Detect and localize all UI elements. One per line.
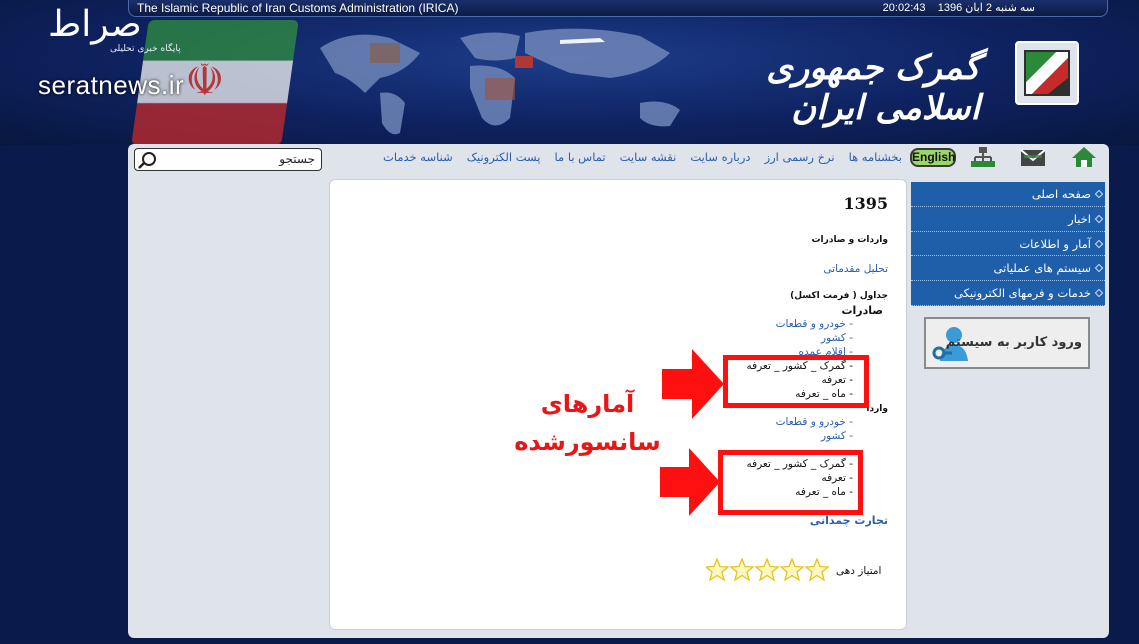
- exports-heading: صادرات: [841, 304, 883, 317]
- sidebar-item-news[interactable]: اخبار: [911, 207, 1105, 232]
- clock-time: 20:02:43: [882, 2, 926, 14]
- star-icon: [804, 558, 830, 582]
- sidebar-item-home[interactable]: صفحه اصلی: [911, 182, 1105, 207]
- exports-link-country[interactable]: - کشور: [700, 332, 853, 344]
- sidebar-item-statistics[interactable]: آمار و اطلاعات: [911, 232, 1105, 257]
- diamond-bullet-icon: [1094, 264, 1104, 273]
- top-info-bar: The Islamic Republic of Iran Customs Adm…: [128, 0, 1108, 17]
- nav-exchange-rate[interactable]: نرخ رسمی ارز: [765, 150, 835, 168]
- nav-circulars[interactable]: بخشنامه ها: [849, 150, 902, 168]
- imports-link-country[interactable]: - کشور: [700, 430, 853, 442]
- date-time: 20:02:43 سه شنبه 2 ابان 1396: [883, 1, 1035, 14]
- english-button[interactable]: English: [910, 148, 956, 167]
- diamond-bullet-icon: [1094, 189, 1104, 199]
- sidebar-menu: صفحه اصلی اخبار آمار و اطلاعات سیستم های…: [911, 182, 1105, 306]
- login-button[interactable]: ورود کاربر به سیستم: [924, 317, 1090, 369]
- page-title: 1395: [843, 194, 888, 213]
- nav-contact[interactable]: تماس با ما: [555, 150, 606, 168]
- censor-highlight-box: [718, 450, 863, 515]
- rating-label: امتیاز دهی: [836, 565, 882, 577]
- login-label: ورود کاربر به سیستم: [945, 335, 1082, 350]
- site-header: ☫ صراط پایگاه خبری تحلیلی seratnews.ir گ…: [0, 0, 1139, 145]
- preliminary-analysis-link[interactable]: تحلیل مقدماتی: [700, 263, 888, 275]
- censor-highlight-box: [723, 355, 869, 408]
- sidebar-item-label: صفحه اصلی: [1031, 187, 1091, 201]
- section-title: واردات و صادرات: [811, 235, 888, 245]
- current-date: سه شنبه 2 ابان 1396: [937, 2, 1035, 14]
- sidebar-item-label: اخبار: [1068, 211, 1091, 226]
- watermark-tagline: پایگاه خبری تحلیلی: [110, 44, 181, 54]
- diamond-bullet-icon: [1094, 288, 1104, 298]
- seratnews-watermark: صراط پایگاه خبری تحلیلی seratnews.ir: [38, 4, 198, 104]
- main-nav: بخشنامه ها نرخ رسمی ارز درباره سایت نقشه…: [340, 150, 902, 168]
- tables-heading: جداول ( فرمت اکسل): [790, 291, 888, 301]
- agency-title: The Islamic Republic of Iran Customs Adm…: [137, 1, 459, 15]
- search-input[interactable]: جستجو: [134, 148, 322, 171]
- site-title: گمرک جمهوری اسلامی ایران: [766, 48, 980, 128]
- diamond-bullet-icon: [1094, 239, 1104, 248]
- diamond-bullet-icon: [1094, 214, 1104, 224]
- world-map-image: [320, 28, 680, 135]
- search-label: جستجو: [279, 152, 315, 166]
- nav-service-id[interactable]: شناسه خدمات: [383, 150, 453, 168]
- suitcase-trade-link[interactable]: تجارت چمدانی: [700, 514, 888, 527]
- sidebar-item-e-services[interactable]: خدمات و فرمهای الکترونیکی: [911, 281, 1105, 306]
- star-icon: [754, 558, 780, 582]
- exports-link-auto[interactable]: - خودرو و قطعات: [700, 318, 853, 330]
- nav-sitemap[interactable]: نقشه سایت: [620, 150, 677, 168]
- watermark-site: seratnews.ir: [38, 70, 185, 100]
- sidebar-item-label: سیستم های عملیاتی: [993, 261, 1091, 276]
- star-icon: [779, 558, 805, 582]
- home-icon[interactable]: [1071, 145, 1097, 169]
- mail-icon[interactable]: [1020, 145, 1046, 169]
- customs-logo-icon: [1015, 41, 1079, 105]
- nav-email[interactable]: پست الکترونیک: [467, 150, 541, 168]
- star-icon: [729, 558, 755, 582]
- censored-stats-label: آمارهای سانسورشده: [500, 385, 675, 461]
- nav-about[interactable]: درباره سایت: [690, 150, 750, 168]
- sitemap-icon[interactable]: [970, 145, 996, 169]
- search-icon[interactable]: [138, 151, 158, 169]
- star-icon: [706, 558, 730, 582]
- sidebar-item-operational-systems[interactable]: سیستم های عملیاتی: [911, 256, 1105, 282]
- censored-label-line1: آمارهای: [540, 390, 635, 418]
- sidebar-item-label: آمار و اطلاعات: [1019, 236, 1091, 251]
- censored-label-line2: سانسورشده: [514, 428, 661, 456]
- sidebar-item-label: خدمات و فرمهای الکترونیکی: [954, 286, 1091, 301]
- rating-stars[interactable]: [706, 558, 832, 582]
